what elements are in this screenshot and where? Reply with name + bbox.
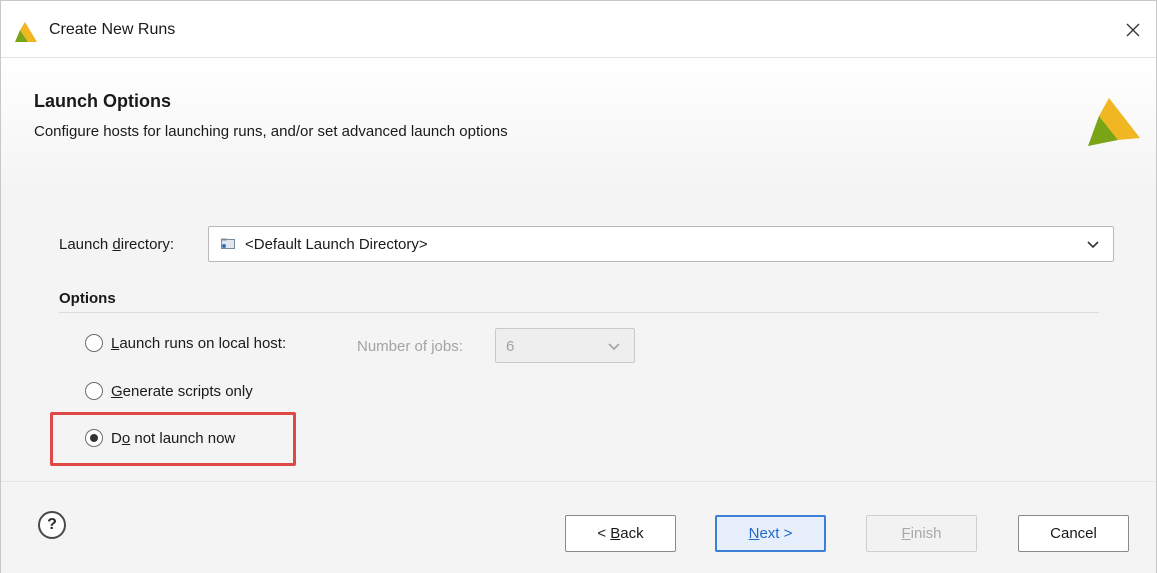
launch-directory-value: <Default Launch Directory> (245, 236, 428, 253)
finish-button[interactable]: Finish (866, 515, 977, 552)
page-title: Launch Options (34, 91, 171, 111)
cancel-button[interactable]: Cancel (1018, 515, 1129, 552)
next-button[interactable]: Next > (715, 515, 826, 552)
vivado-logo-icon (1088, 98, 1140, 146)
chevron-down-icon (1087, 241, 1099, 249)
folder-icon (221, 238, 235, 249)
create-new-runs-dialog: Create New Runs Launch Options Configure… (0, 0, 1157, 573)
radio-button[interactable] (85, 334, 103, 352)
help-button[interactable]: ? (38, 511, 66, 539)
options-divider (59, 312, 1099, 313)
launch-directory-label: Launch directory: (59, 236, 175, 253)
page-description: Configure hosts for launching runs, and/… (34, 123, 508, 140)
chevron-down-icon (608, 343, 620, 351)
close-button[interactable] (1110, 9, 1156, 51)
radio-button[interactable] (85, 382, 103, 400)
content-panel: Launch directory: <Default Launch Direct… (1, 188, 1156, 481)
radio-label: Do not launch now (111, 429, 236, 447)
number-of-jobs-value: 6 (506, 338, 515, 355)
dialog-footer: ? < Back Next > Finish Cancel (1, 481, 1156, 573)
options-section-title: Options (59, 290, 116, 307)
radio-button-selected[interactable] (85, 429, 103, 447)
vivado-logo-icon (15, 22, 37, 42)
close-icon (1126, 23, 1140, 37)
radio-label: Generate scripts only (111, 382, 253, 400)
launch-directory-select[interactable]: <Default Launch Directory> (208, 226, 1114, 262)
radio-do-not-launch-now[interactable]: Do not launch now (85, 429, 235, 447)
number-of-jobs-label: Number of jobs: (357, 338, 463, 355)
number-of-jobs-select: 6 (495, 328, 635, 363)
window-title: Create New Runs (49, 21, 176, 38)
radio-launch-local-host[interactable]: Launch runs on local host: (85, 334, 286, 352)
header-panel: Launch Options Configure hosts for launc… (1, 58, 1156, 188)
radio-generate-scripts-only[interactable]: Generate scripts only (85, 382, 253, 400)
radio-label: Launch runs on local host: (111, 334, 287, 352)
back-button[interactable]: < Back (565, 515, 676, 552)
title-bar: Create New Runs (1, 1, 1156, 58)
help-icon: ? (47, 516, 57, 533)
